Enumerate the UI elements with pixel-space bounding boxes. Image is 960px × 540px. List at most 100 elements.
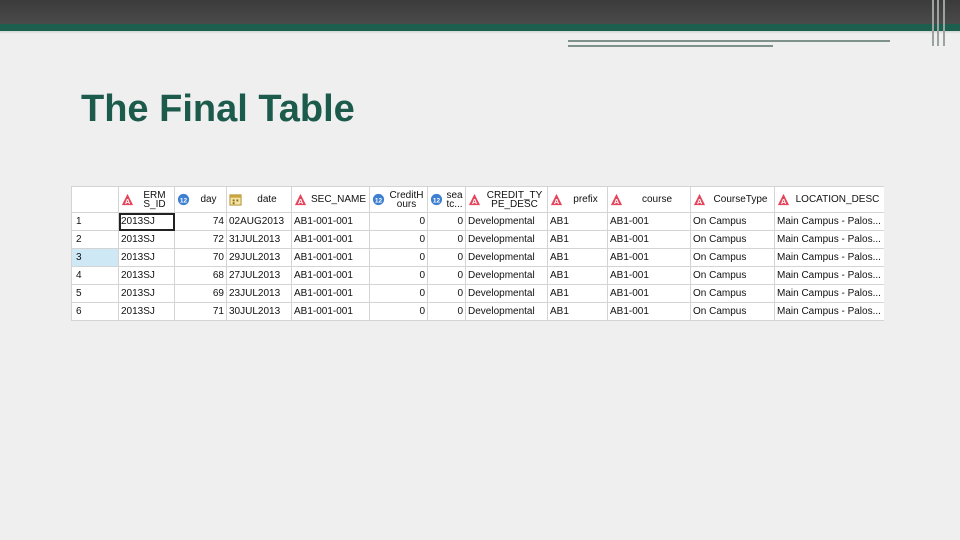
column-header[interactable]: A CREDIT_TY PE_DESC — [465, 186, 548, 213]
table-cell[interactable]: AB1-001-001 — [291, 266, 370, 285]
table-cell[interactable]: 2013SJ — [118, 266, 175, 285]
table-cell[interactable]: 0 — [369, 302, 428, 321]
table-cell[interactable]: AB1-001 — [607, 302, 691, 321]
column-header[interactable]: 12 sea tc... — [427, 186, 466, 213]
table-cell[interactable]: AB1-001 — [607, 230, 691, 249]
column-header[interactable]: date — [226, 186, 292, 213]
table-cell[interactable]: AB1-001 — [607, 212, 691, 231]
table-cell[interactable]: AB1 — [547, 212, 608, 231]
table-row[interactable]: 1 2013SJ 74 02AUG2013 AB1-001-001 0 0 Developme… — [71, 212, 884, 231]
column-header[interactable]: A ERM S_ID — [118, 186, 175, 213]
table-cell[interactable]: AB1-001-001 — [291, 302, 370, 321]
table-cell[interactable]: 27JUL2013 — [226, 266, 292, 285]
table-row[interactable]: 2 2013SJ 72 31JUL2013 AB1-001-001 0 0 Developme… — [71, 230, 884, 249]
table-cell[interactable]: 0 — [369, 212, 428, 231]
table-cell[interactable]: Developmental — [465, 212, 548, 231]
row-number[interactable]: 1 — [71, 212, 119, 231]
table-cell[interactable]: 0 — [427, 230, 466, 249]
table-cell[interactable]: AB1 — [547, 230, 608, 249]
row-number[interactable]: 5 — [71, 284, 119, 303]
row-number[interactable]: 2 — [71, 230, 119, 249]
table-cell[interactable]: AB1 — [547, 248, 608, 267]
banner-shadow — [0, 31, 960, 34]
table-cell[interactable]: Developmental — [465, 230, 548, 249]
table-cell[interactable]: 0 — [427, 302, 466, 321]
table-cell[interactable]: 2013SJ — [118, 230, 175, 249]
top-accent-bar — [0, 24, 960, 31]
table-cell[interactable]: Main Campus - Palos... — [774, 212, 884, 231]
table-cell[interactable]: Developmental — [465, 284, 548, 303]
table-cell[interactable]: AB1-001-001 — [291, 212, 370, 231]
table-row[interactable]: 5 2013SJ 69 23JUL2013 AB1-001-001 0 0 Developme… — [71, 284, 884, 303]
table-cell[interactable]: 0 — [427, 248, 466, 267]
column-header[interactable]: A LOCATION_DESC — [774, 186, 884, 213]
table-cell[interactable]: On Campus — [690, 284, 775, 303]
column-header[interactable]: Acourse — [607, 186, 691, 213]
table-cell[interactable]: 2013SJ — [118, 212, 175, 231]
table-cell[interactable]: Main Campus - Palos... — [774, 248, 884, 267]
table-cell[interactable]: 0 — [427, 266, 466, 285]
table-cell[interactable]: AB1-001 — [607, 284, 691, 303]
table-cell[interactable]: 74 — [174, 212, 227, 231]
table-cell[interactable]: AB1-001 — [607, 266, 691, 285]
table-cell[interactable]: 29JUL2013 — [226, 248, 292, 267]
table-cell[interactable]: 0 — [369, 230, 428, 249]
table-cell[interactable]: 2013SJ — [118, 302, 175, 321]
column-header[interactable]: Aprefix — [547, 186, 608, 213]
table-cell[interactable]: AB1-001-001 — [291, 230, 370, 249]
table-row[interactable]: 6 2013SJ 71 30JUL2013 AB1-001-001 0 0 Developme… — [71, 302, 884, 321]
table-cell[interactable]: Main Campus - Palos... — [774, 302, 884, 321]
table-cell[interactable]: On Campus — [690, 302, 775, 321]
table-cell[interactable]: 0 — [369, 284, 428, 303]
data-grid[interactable]: A ERM S_ID 12 day date A SEC_NAME 12 CreditH ours 1… — [71, 186, 884, 321]
table-row[interactable]: 4 2013SJ 68 27JUL2013 AB1-001-001 0 0 Developme… — [71, 266, 884, 285]
table-cell[interactable]: 71 — [174, 302, 227, 321]
row-number[interactable]: 3 — [71, 248, 119, 267]
table-cell[interactable]: On Campus — [690, 230, 775, 249]
table-cell[interactable]: 69 — [174, 284, 227, 303]
table-cell[interactable]: 70 — [174, 248, 227, 267]
column-header-line1: LOCATION_DESC — [795, 194, 880, 205]
table-cell[interactable]: AB1 — [547, 302, 608, 321]
table-cell[interactable]: 72 — [174, 230, 227, 249]
column-header[interactable]: A CourseType — [690, 186, 775, 213]
column-header[interactable]: 12 day — [174, 186, 227, 213]
table-cell[interactable]: AB1-001-001 — [291, 248, 370, 267]
table-cell[interactable]: On Campus — [690, 266, 775, 285]
char-type-icon: A — [468, 193, 481, 206]
table-cell[interactable]: 23JUL2013 — [226, 284, 292, 303]
table-cell[interactable]: On Campus — [690, 248, 775, 267]
table-cell[interactable]: 0 — [427, 284, 466, 303]
table-cell[interactable]: 0 — [427, 212, 466, 231]
table-cell[interactable]: Main Campus - Palos... — [774, 230, 884, 249]
table-cell[interactable]: AB1-001-001 — [291, 284, 370, 303]
char-type-icon: A — [550, 193, 563, 206]
table-cell[interactable]: 2013SJ — [118, 248, 175, 267]
table-cell[interactable]: Developmental — [465, 302, 548, 321]
table-cell[interactable]: 68 — [174, 266, 227, 285]
table-cell[interactable]: Main Campus - Palos... — [774, 266, 884, 285]
table-cell[interactable]: Main Campus - Palos... — [774, 284, 884, 303]
char-type-icon: A — [121, 193, 134, 206]
table-cell[interactable]: On Campus — [690, 212, 775, 231]
table-row[interactable]: 3 2013SJ 70 29JUL2013 AB1-001-001 0 0 Developme… — [71, 248, 884, 267]
row-number[interactable]: 6 — [71, 302, 119, 321]
table-cell[interactable]: Developmental — [465, 248, 548, 267]
table-cell[interactable]: 0 — [369, 248, 428, 267]
page-title: The Final Table — [81, 88, 355, 130]
table-cell[interactable]: 2013SJ — [118, 284, 175, 303]
column-header-line2: PE_DESC — [491, 198, 538, 210]
table-cell[interactable]: 30JUL2013 — [226, 302, 292, 321]
table-cell[interactable]: 02AUG2013 — [226, 212, 292, 231]
table-cell[interactable]: AB1 — [547, 284, 608, 303]
column-header[interactable]: A SEC_NAME — [291, 186, 370, 213]
column-header[interactable]: 12 CreditH ours — [369, 186, 428, 213]
table-cell[interactable]: 0 — [369, 266, 428, 285]
column-header-line1: CourseType — [713, 194, 768, 205]
table-cell[interactable]: 31JUL2013 — [226, 230, 292, 249]
row-number[interactable]: 4 — [71, 266, 119, 285]
accent-line — [568, 45, 773, 47]
table-cell[interactable]: Developmental — [465, 266, 548, 285]
table-cell[interactable]: AB1 — [547, 266, 608, 285]
table-cell[interactable]: AB1-001 — [607, 248, 691, 267]
